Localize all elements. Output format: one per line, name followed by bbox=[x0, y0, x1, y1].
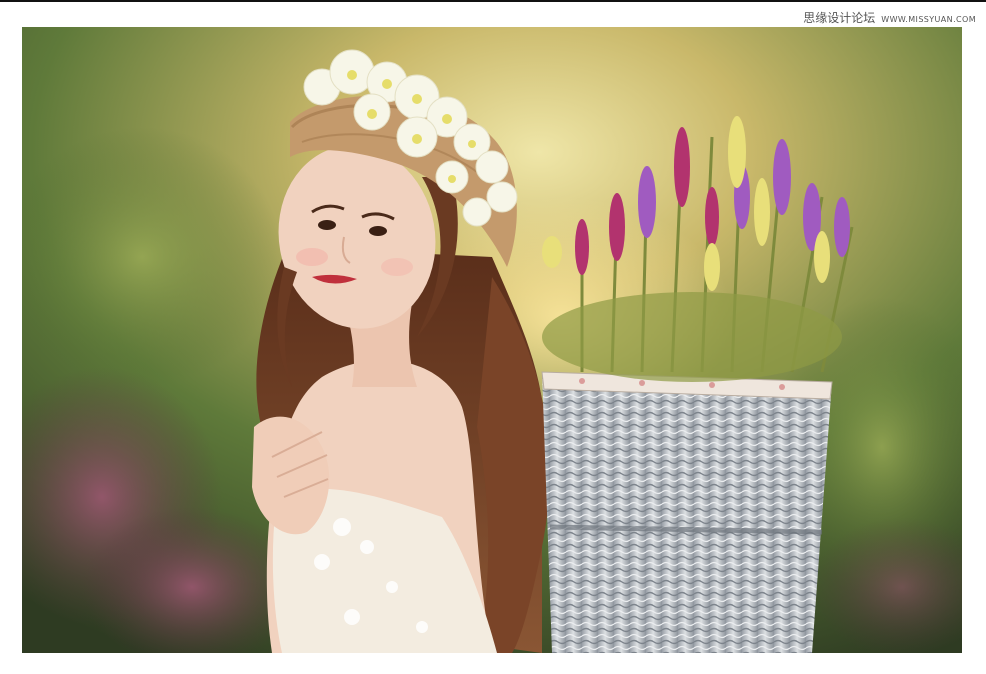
watermark-site-name: 思缘设计论坛 bbox=[803, 11, 876, 25]
photo-illustration bbox=[22, 27, 962, 653]
watermark: 思缘设计论坛 WWW.MISSYUAN.COM bbox=[803, 9, 976, 26]
watermark-url: WWW.MISSYUAN.COM bbox=[881, 15, 976, 24]
main-photo bbox=[22, 27, 962, 653]
top-border-line bbox=[0, 0, 986, 2]
